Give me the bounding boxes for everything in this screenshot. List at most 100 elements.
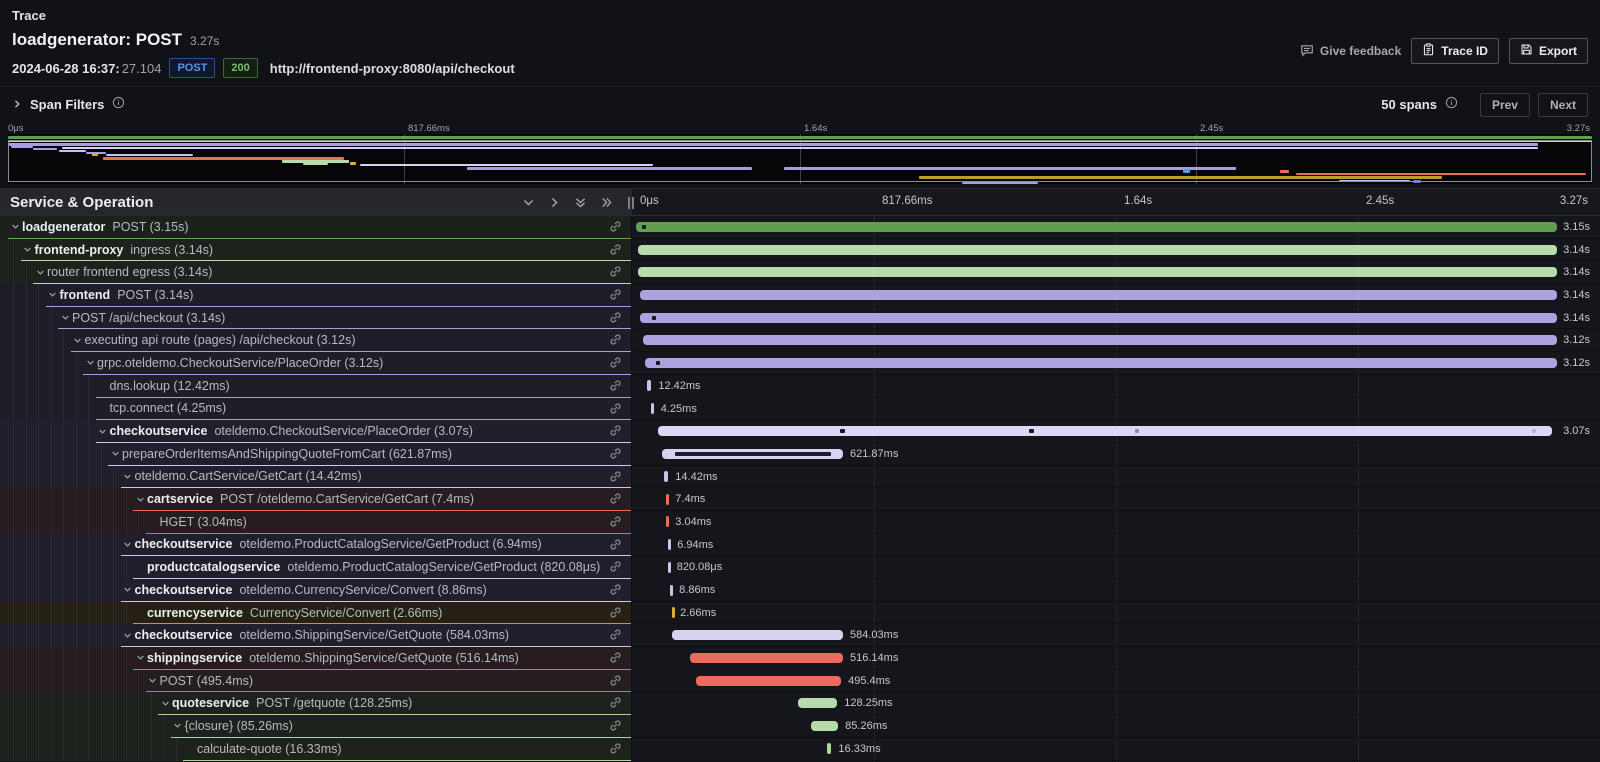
expand-one-icon[interactable]: [546, 194, 562, 210]
span-link-icon[interactable]: [609, 220, 622, 238]
panel-resize-handle[interactable]: [628, 197, 636, 209]
span-row[interactable]: shippingserviceoteldemo.ShippingService/…: [0, 647, 1600, 670]
expand-chevron-icon[interactable]: [8, 222, 22, 231]
span-row[interactable]: frontendPOST (3.14s)3.14s: [0, 284, 1600, 307]
expand-chevron-icon[interactable]: [83, 358, 97, 367]
span-row[interactable]: executing api route (pages) /api/checkou…: [0, 329, 1600, 352]
span-row[interactable]: checkoutserviceoteldemo.CurrencyService/…: [0, 579, 1600, 602]
span-bar[interactable]: [672, 607, 675, 618]
span-bar[interactable]: [670, 585, 673, 596]
span-link-icon[interactable]: [609, 402, 622, 420]
span-bar[interactable]: [672, 630, 843, 640]
span-row[interactable]: currencyserviceCurrencyService/Convert (…: [0, 602, 1600, 625]
expand-chevron-icon[interactable]: [21, 245, 35, 254]
minimap-viewport-frame[interactable]: [8, 140, 1592, 182]
minimap-canvas[interactable]: [8, 134, 1592, 184]
span-link-icon[interactable]: [609, 424, 622, 442]
expand-chevron-icon[interactable]: [121, 585, 135, 594]
span-link-icon[interactable]: [609, 265, 622, 283]
span-row[interactable]: frontend-proxyingress (3.14s)3.14s: [0, 239, 1600, 262]
span-row[interactable]: checkoutserviceoteldemo.ProductCatalogSe…: [0, 534, 1600, 557]
span-row[interactable]: checkoutserviceoteldemo.CheckoutService/…: [0, 420, 1600, 443]
span-row[interactable]: POST /api/checkout (3.14s)3.14s: [0, 307, 1600, 330]
span-link-icon[interactable]: [609, 651, 622, 669]
span-row[interactable]: dns.lookup (12.42ms)12.42ms: [0, 375, 1600, 398]
span-link-icon[interactable]: [609, 515, 622, 533]
span-row[interactable]: checkoutserviceoteldemo.ShippingService/…: [0, 624, 1600, 647]
span-link-icon[interactable]: [609, 674, 622, 692]
span-bar[interactable]: [666, 494, 669, 505]
span-link-icon[interactable]: [609, 492, 622, 510]
span-link-icon[interactable]: [609, 583, 622, 601]
next-button[interactable]: Next: [1538, 93, 1588, 117]
span-link-icon[interactable]: [609, 560, 622, 578]
expand-chevron-icon[interactable]: [133, 495, 147, 504]
span-link-icon[interactable]: [609, 742, 622, 760]
span-bar[interactable]: [643, 335, 1558, 345]
span-row[interactable]: {closure} (85.26ms)85.26ms: [0, 715, 1600, 738]
expand-chevron-icon[interactable]: [121, 472, 135, 481]
span-link-icon[interactable]: [609, 243, 622, 261]
expand-chevron-icon[interactable]: [58, 313, 72, 322]
span-link-icon[interactable]: [609, 628, 622, 646]
span-bar[interactable]: [696, 676, 841, 686]
info-icon[interactable]: [1445, 96, 1458, 114]
span-row[interactable]: POST (495.4ms)495.4ms: [0, 670, 1600, 693]
span-bar[interactable]: [798, 698, 837, 708]
span-bar[interactable]: [640, 290, 1558, 300]
expand-chevron-icon[interactable]: [96, 427, 110, 436]
span-link-icon[interactable]: [609, 379, 622, 397]
span-bar[interactable]: [636, 222, 1558, 232]
span-row[interactable]: router frontend egress (3.14s)3.14s: [0, 261, 1600, 284]
span-row[interactable]: calculate-quote (16.33ms)16.33ms: [0, 738, 1600, 761]
span-row[interactable]: productcatalogserviceoteldemo.ProductCat…: [0, 556, 1600, 579]
span-link-icon[interactable]: [609, 719, 622, 737]
span-row[interactable]: loadgeneratorPOST (3.15s)3.15s: [0, 216, 1600, 239]
span-bar[interactable]: [811, 721, 838, 731]
span-row[interactable]: tcp.connect (4.25ms)4.25ms: [0, 398, 1600, 421]
span-row[interactable]: oteldemo.CartService/GetCart (14.42ms)14…: [0, 466, 1600, 489]
span-row[interactable]: HGET (3.04ms)3.04ms: [0, 511, 1600, 534]
span-bar[interactable]: [827, 743, 832, 754]
span-row[interactable]: cartservicePOST /oteldemo.CartService/Ge…: [0, 488, 1600, 511]
span-link-icon[interactable]: [609, 333, 622, 351]
span-bar[interactable]: [690, 653, 843, 663]
give-feedback-link[interactable]: Give feedback: [1300, 38, 1401, 64]
span-bar[interactable]: [640, 313, 1558, 323]
span-link-icon[interactable]: [609, 447, 622, 465]
span-filters-toggle[interactable]: Span Filters: [12, 96, 125, 114]
span-bar[interactable]: [668, 562, 671, 573]
span-link-icon[interactable]: [609, 606, 622, 624]
trace-id-button[interactable]: Trace ID: [1411, 38, 1499, 64]
span-link-icon[interactable]: [609, 696, 622, 714]
span-row[interactable]: quoteservicePOST /getquote (128.25ms)128…: [0, 692, 1600, 715]
expand-chevron-icon[interactable]: [133, 653, 147, 662]
span-bar[interactable]: [651, 403, 654, 414]
span-bar[interactable]: [668, 539, 671, 550]
expand-chevron-icon[interactable]: [71, 336, 85, 345]
trace-minimap[interactable]: 0μs817.66ms1.64s2.45s3.27s: [0, 122, 1600, 188]
collapse-all-icon[interactable]: [572, 194, 588, 210]
expand-all-icon[interactable]: [598, 194, 614, 210]
prev-button[interactable]: Prev: [1480, 93, 1530, 117]
span-bar[interactable]: [645, 358, 1558, 368]
expand-chevron-icon[interactable]: [33, 268, 47, 277]
span-link-icon[interactable]: [609, 288, 622, 306]
span-bar[interactable]: [638, 245, 1558, 255]
span-link-icon[interactable]: [609, 470, 622, 488]
expand-chevron-icon[interactable]: [158, 699, 172, 708]
expand-chevron-icon[interactable]: [46, 290, 60, 299]
span-link-icon[interactable]: [609, 538, 622, 556]
expand-chevron-icon[interactable]: [121, 631, 135, 640]
expand-chevron-icon[interactable]: [146, 676, 160, 685]
span-bar[interactable]: [638, 267, 1558, 277]
span-bar[interactable]: [666, 516, 669, 527]
export-button[interactable]: Export: [1509, 38, 1588, 64]
span-row[interactable]: grpc.oteldemo.CheckoutService/PlaceOrder…: [0, 352, 1600, 375]
info-icon[interactable]: [112, 96, 125, 114]
span-bar[interactable]: [658, 426, 1551, 436]
expand-chevron-icon[interactable]: [108, 449, 122, 458]
span-link-icon[interactable]: [609, 311, 622, 329]
span-link-icon[interactable]: [609, 356, 622, 374]
collapse-one-icon[interactable]: [520, 194, 536, 210]
